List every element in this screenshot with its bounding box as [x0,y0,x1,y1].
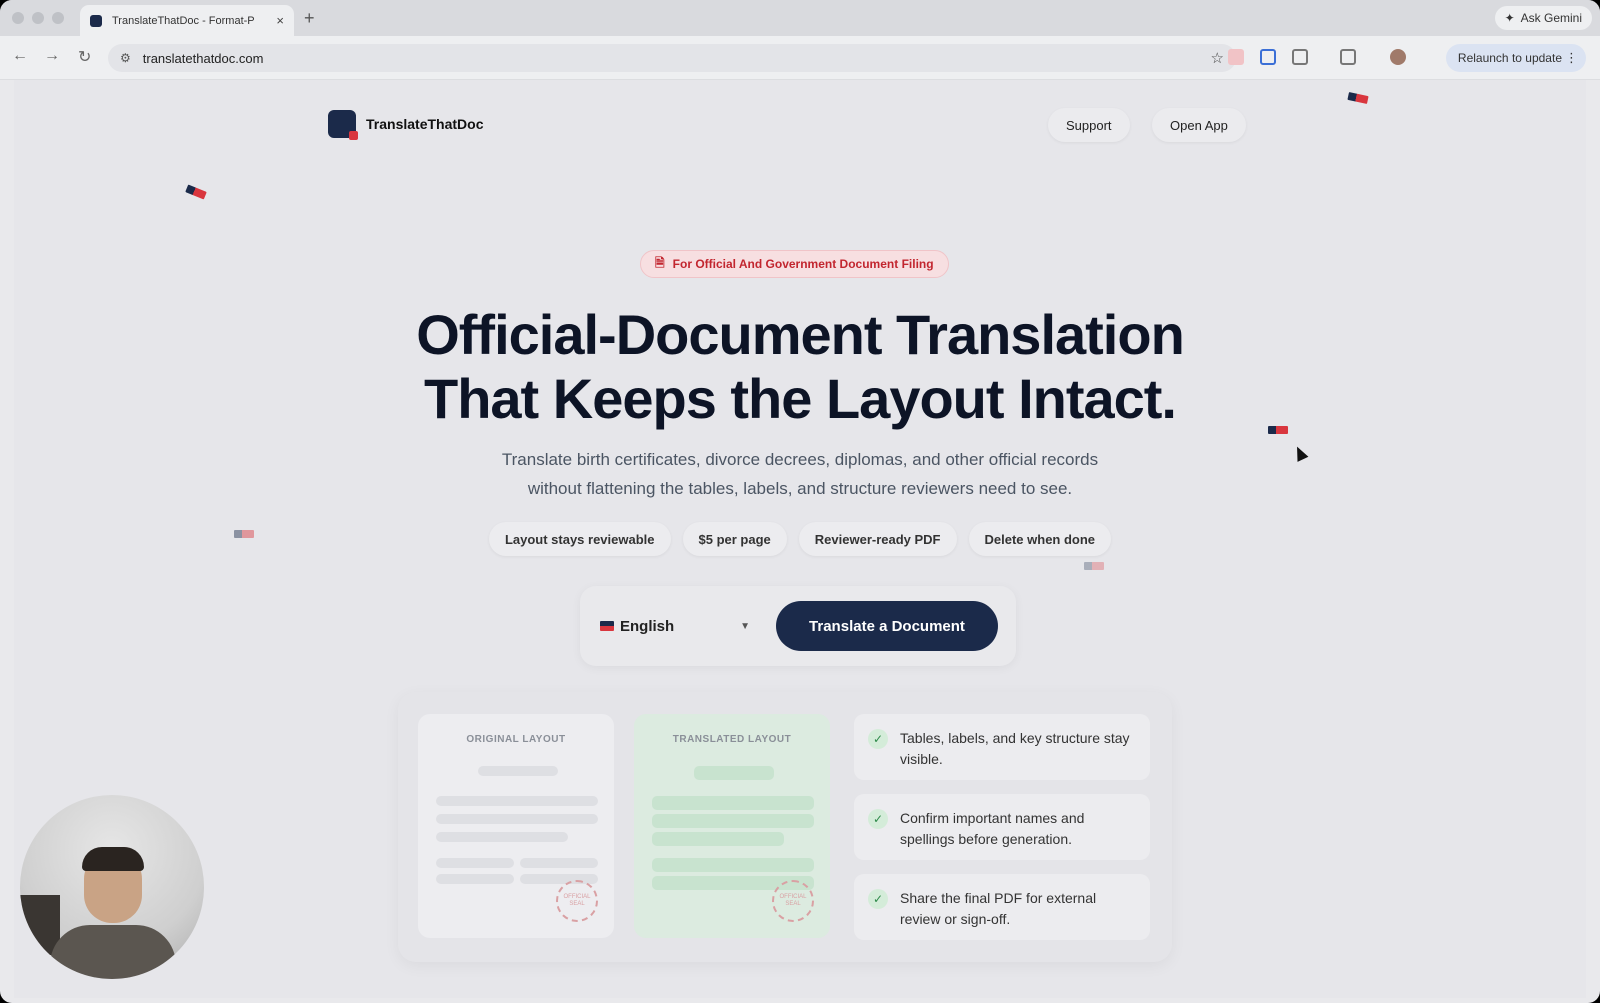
ask-gemini-button[interactable]: ✦ Ask Gemini [1494,6,1592,30]
chip-pdf: Reviewer-ready PDF [798,522,957,556]
webcam-person-hair [82,847,144,871]
floating-flag-icon [1084,562,1104,570]
placeholder-bar [436,832,568,842]
support-button[interactable]: Support [1048,108,1130,142]
placeholder-bar [652,858,814,872]
sidebar-extension-icon[interactable] [1260,49,1276,65]
site-settings-icon[interactable]: ⚙ [120,51,131,65]
webpage: TranslateThatDoc Support Open App 🗎 For … [14,80,1586,998]
reload-icon[interactable]: ↻ [78,47,91,67]
chip-delete: Delete when done [968,522,1112,556]
floating-flag-icon [1268,426,1288,434]
checkmark-icon: ✓ [868,729,888,749]
hero-title-line-2: That Keeps the Layout Intact. [424,367,1177,430]
menu-dots-icon[interactable]: ⋮ [1565,50,1578,66]
layout-preview-panel: ORIGINAL LAYOUT OFFICIAL SEAL TRANSLATED… [398,692,1172,962]
relaunch-button[interactable]: Relaunch to update ⋮ [1445,44,1586,72]
cta-panel: English ▼ Translate a Document [580,586,1016,666]
feature-text: Share the final PDF for external review … [900,890,1097,927]
us-flag-icon [600,621,614,631]
minimize-window-button[interactable] [32,12,44,24]
chip-price: $5 per page [682,522,787,556]
sparkle-icon: ✦ [1504,11,1515,25]
placeholder-bar [652,832,784,846]
placeholder-bar [478,766,558,776]
language-select[interactable]: English ▼ [600,606,760,646]
feature-text: Tables, labels, and key structure stay v… [900,730,1130,767]
tab-search-icon[interactable] [1340,49,1356,65]
new-tab-button[interactable]: + [304,8,315,29]
audience-badge: 🗎 For Official And Government Document F… [640,250,949,278]
original-layout-card: ORIGINAL LAYOUT OFFICIAL SEAL [418,714,614,938]
translated-layout-label: TRANSLATED LAYOUT [672,734,792,745]
checkmark-icon: ✓ [868,809,888,829]
extension-icon[interactable] [1228,49,1244,65]
webcam-person-body [50,925,176,979]
feature-chips: Layout stays reviewable $5 per page Revi… [14,522,1586,556]
relaunch-label: Relaunch to update [1457,51,1562,65]
placeholder-bar [436,874,514,884]
brand-mark-icon [328,110,358,140]
document-icon: 🗎 [655,255,665,270]
checkmark-icon: ✓ [868,889,888,909]
browser-window: TranslateThatDoc - Format-P × + ✦ Ask Ge… [0,0,1600,1003]
floating-flag-icon [185,184,207,200]
placeholder-bar [436,814,598,824]
official-seal-stamp: OFFICIAL SEAL [556,880,598,922]
close-tab-icon[interactable]: × [276,13,284,28]
url-text: translatethatdoc.com [142,50,264,66]
hero-subtitle-line-2: without flattening the tables, labels, a… [527,479,1073,498]
feature-item: ✓ Confirm important names and spellings … [854,794,1150,860]
placeholder-bar [652,814,814,828]
floating-flag-icon [234,530,254,538]
webcam-overlay [20,795,204,979]
translated-layout-card: TRANSLATED LAYOUT OFFICIAL SEAL [634,714,830,938]
address-bar[interactable]: ⚙ translatethatdoc.com ☆ [108,44,1236,72]
tab-translatethatdoc[interactable]: TranslateThatDoc - Format-P × [80,5,294,36]
profile-avatar[interactable] [1390,49,1406,65]
bookmark-star-icon[interactable]: ☆ [1211,49,1224,67]
close-window-button[interactable] [12,12,24,24]
hero-title-line-1: Official-Document Translation [416,303,1185,366]
floating-flag-icon [1347,92,1369,104]
feature-text: Confirm important names and spellings be… [900,810,1085,847]
chip-layout: Layout stays reviewable [488,522,671,556]
site-favicon-icon [90,14,102,27]
back-icon[interactable]: ← [12,47,28,65]
placeholder-bar [436,796,598,806]
chevron-down-icon: ▼ [740,620,750,632]
forward-icon[interactable]: → [44,47,60,65]
official-seal-stamp: OFFICIAL SEAL [772,880,814,922]
placeholder-bar [520,858,598,868]
brand-name: TranslateThatDoc [366,116,484,132]
tab-strip: TranslateThatDoc - Format-P × + ✦ Ask Ge… [0,0,1600,36]
feature-item: ✓ Tables, labels, and key structure stay… [854,714,1150,780]
tab-title: TranslateThatDoc - Format-P [112,14,255,27]
placeholder-bar [652,796,814,810]
language-value: English [620,617,675,635]
maximize-window-button[interactable] [52,12,64,24]
audience-badge-text: For Official And Government Document Fil… [672,257,934,271]
original-layout-label: ORIGINAL LAYOUT [466,734,566,745]
hero-subtitle-line-1: Translate birth certificates, divorce de… [501,450,1099,469]
brand-logo-link[interactable]: TranslateThatDoc [328,110,484,140]
ask-gemini-label: Ask Gemini [1520,11,1582,25]
open-app-button[interactable]: Open App [1152,108,1246,142]
browser-toolbar: ← → ↻ ⚙ translatethatdoc.com ☆ Relaunch … [0,36,1600,80]
feature-item: ✓ Share the final PDF for external revie… [854,874,1150,940]
placeholder-bar [436,858,514,868]
translate-document-button[interactable]: Translate a Document [776,601,998,651]
placeholder-bar [694,766,774,780]
extensions-puzzle-icon[interactable] [1292,49,1308,65]
